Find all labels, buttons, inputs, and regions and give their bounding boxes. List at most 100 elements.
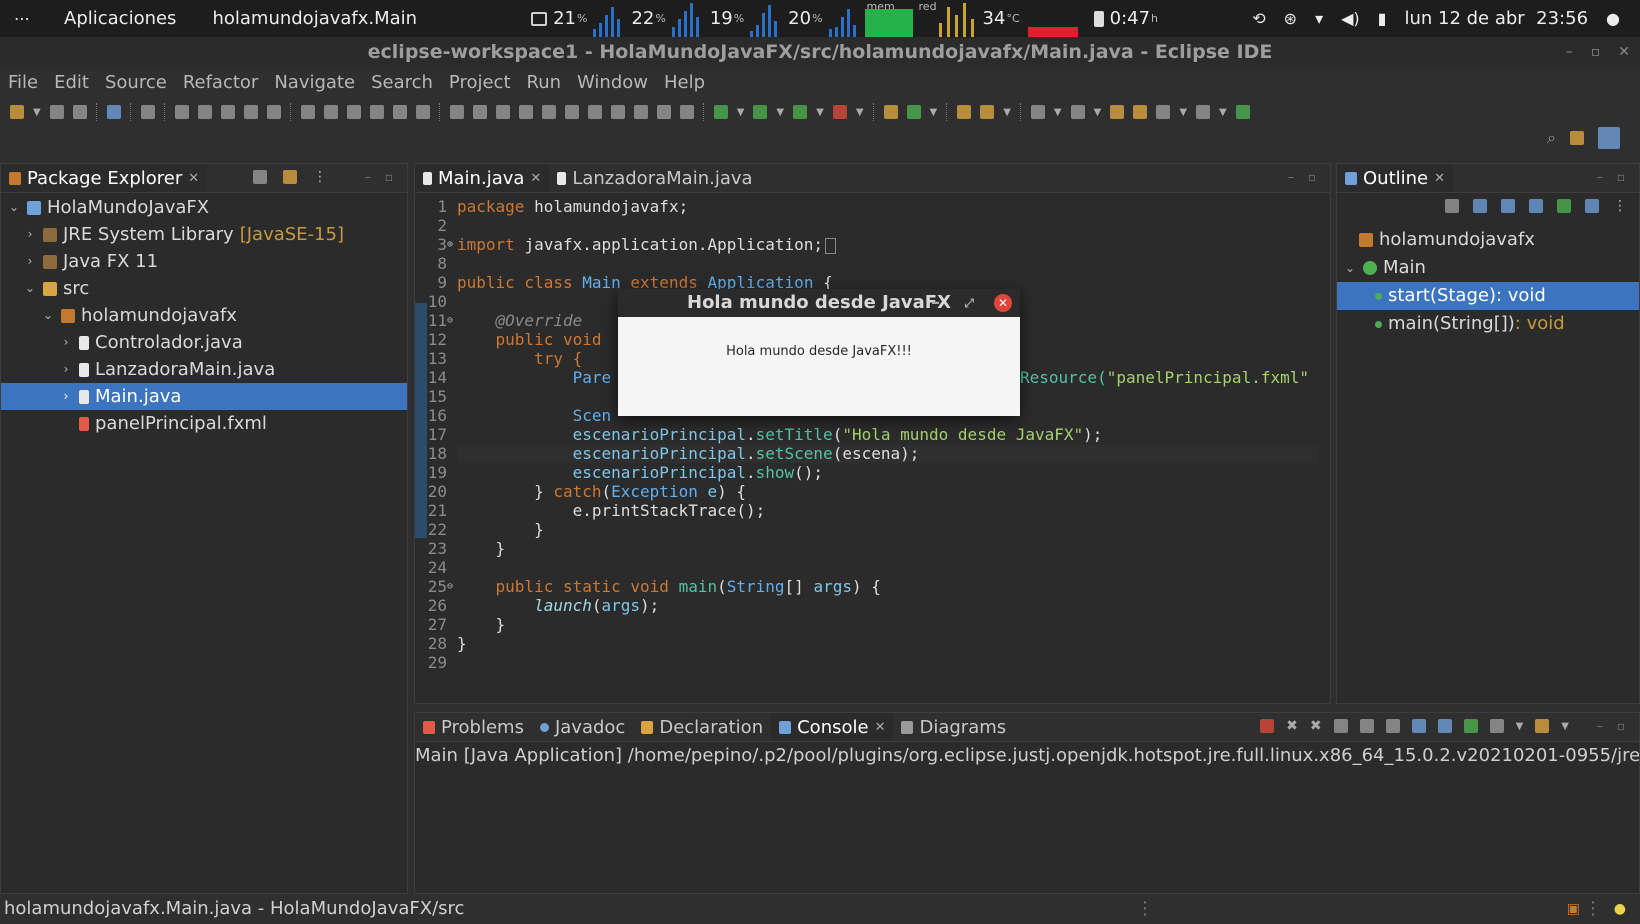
debug-step-icon[interactable] <box>415 105 430 119</box>
minimize-view-icon[interactable]: – <box>1597 170 1603 184</box>
save-all-icon[interactable] <box>72 105 87 119</box>
menu-run[interactable]: Run <box>519 72 570 93</box>
expand-icon[interactable]: ⌄ <box>23 275 37 302</box>
menu-navigate[interactable]: Navigate <box>266 72 363 93</box>
close-tab-icon[interactable]: ✕ <box>188 171 199 186</box>
battery-tray-icon[interactable]: ▮ <box>1378 9 1387 28</box>
code-area[interactable]: 1 package holamundojavafx; 2 3 ⊕ import jav… <box>415 192 1330 703</box>
dropdown-icon[interactable]: ▼ <box>930 107 938 118</box>
cpu-meter-4[interactable]: 20% <box>788 0 860 37</box>
tree-item-file[interactable]: › Controlador.java <box>1 329 407 356</box>
new-java-project-icon[interactable] <box>883 105 898 119</box>
collapse-icon[interactable]: › <box>23 248 37 275</box>
maximize-view-icon[interactable]: ▫ <box>1308 170 1316 184</box>
dropdown-icon[interactable]: ▼ <box>1179 107 1187 118</box>
tree-item-src[interactable]: ⌄ src <box>1 275 407 302</box>
forward-edit-icon[interactable] <box>1133 105 1148 119</box>
word-wrap-icon[interactable] <box>243 105 258 119</box>
debug-step-icon[interactable] <box>392 105 407 119</box>
debug-step-icon[interactable] <box>346 105 361 119</box>
expand-icon[interactable]: ⌄ <box>41 302 55 329</box>
focused-app-name[interactable]: holamundojavafx.Main <box>194 8 435 29</box>
applications-menu[interactable]: Aplicaciones <box>46 8 194 29</box>
back-icon[interactable] <box>1156 105 1171 119</box>
outline-item-class[interactable]: ⌄ Main <box>1337 254 1639 282</box>
activities-button[interactable]: ⋯ <box>0 9 46 28</box>
maximize-icon[interactable]: ⤢ <box>964 289 974 317</box>
coverage-icon[interactable] <box>793 105 808 119</box>
update-icon[interactable]: ⟲ <box>1252 9 1265 28</box>
word-wrap-icon[interactable] <box>1385 719 1400 733</box>
open-type-icon[interactable] <box>957 105 972 119</box>
dropdown-icon[interactable]: ▼ <box>856 107 864 118</box>
dropdown-icon[interactable]: ▼ <box>1516 721 1524 732</box>
search-tool-icon[interactable] <box>980 105 995 119</box>
menu-edit[interactable]: Edit <box>46 72 97 93</box>
sort-icon[interactable] <box>1473 199 1487 213</box>
tree-item-file[interactable]: › LanzadoraMain.java <box>1 356 407 383</box>
toggle-mark-icon[interactable] <box>174 105 189 119</box>
tab-package-explorer[interactable]: Package Explorer ✕ <box>1 164 208 192</box>
tab-lanzadora-java[interactable]: LanzadoraMain.java <box>549 164 760 192</box>
collapse-icon[interactable]: › <box>23 221 37 248</box>
last-edit-icon[interactable] <box>1110 105 1125 119</box>
view-menu-icon[interactable]: ⋮ <box>313 170 327 184</box>
console-output[interactable]: Main [Java Application] /home/pepino/.p2… <box>415 745 1639 766</box>
tree-item-javafx[interactable]: › Java FX 11 <box>1 248 407 275</box>
close-icon[interactable]: ✕ <box>994 294 1012 312</box>
dialog-titlebar[interactable]: Hola mundo desde JavaFX – ⤢ ✕ <box>618 289 1020 317</box>
maximize-view-icon[interactable]: ▫ <box>1617 170 1625 184</box>
scroll-lock-icon[interactable] <box>1359 719 1374 733</box>
run-icon[interactable] <box>753 105 768 119</box>
shape-icon[interactable] <box>495 105 510 119</box>
tab-problems[interactable]: Problems <box>415 713 532 741</box>
maximize-view-icon[interactable]: ▫ <box>1617 719 1625 733</box>
tab-outline[interactable]: Outline ✕ <box>1337 164 1454 192</box>
hide-local-types-icon[interactable] <box>1585 199 1599 213</box>
accessibility-icon[interactable]: ⊛ <box>1284 9 1297 28</box>
menu-file[interactable]: File <box>0 72 46 93</box>
tree-item-file-selected[interactable]: › Main.java <box>1 383 407 410</box>
close-tab-icon[interactable]: ✕ <box>530 171 541 186</box>
collapse-icon[interactable]: › <box>59 356 73 383</box>
close-tab-icon[interactable]: ✕ <box>1434 171 1445 186</box>
minimize-view-icon[interactable]: – <box>1288 170 1294 184</box>
expand-icon[interactable]: ⌄ <box>7 194 21 221</box>
maximize-view-icon[interactable]: ▫ <box>385 170 393 184</box>
hide-nonpublic-icon[interactable] <box>1557 199 1571 213</box>
shape-icon[interactable] <box>472 105 487 119</box>
block-select-icon[interactable] <box>220 105 235 119</box>
clear-console-icon[interactable] <box>1333 719 1348 733</box>
dropdown-icon[interactable]: ▼ <box>1094 107 1102 118</box>
tree-item-package[interactable]: ⌄ holamundojavafx <box>1 302 407 329</box>
dropdown-icon[interactable]: ▼ <box>1003 107 1011 118</box>
fold-icon[interactable]: ⊖ <box>447 578 453 596</box>
shape-icon[interactable] <box>449 105 464 119</box>
cpu-meter-1[interactable]: 21% <box>531 0 625 37</box>
open-console-icon[interactable] <box>1535 719 1550 733</box>
menu-source[interactable]: Source <box>97 72 175 93</box>
menu-refactor[interactable]: Refactor <box>175 72 267 93</box>
cpu-meter-3[interactable]: 19% <box>710 0 782 37</box>
expand-icon[interactable]: ⌄ <box>1343 254 1357 282</box>
outline-item-method-selected[interactable]: start(Stage) : void <box>1337 282 1639 310</box>
network-meter[interactable]: red <box>917 0 977 37</box>
link-editor-icon[interactable] <box>283 170 297 184</box>
javafx-dialog-window[interactable]: Hola mundo desde JavaFX – ⤢ ✕ Hola mundo… <box>618 289 1020 416</box>
close-window-icon[interactable]: ✕ <box>1618 44 1630 60</box>
tree-item-jre[interactable]: › JRE System Library [JavaSE-15] <box>1 221 407 248</box>
debug-step-icon[interactable] <box>300 105 315 119</box>
minimize-icon[interactable]: – <box>931 289 940 317</box>
wifi-icon[interactable]: ▾ <box>1315 9 1323 28</box>
dropdown-icon[interactable]: ▼ <box>33 107 41 118</box>
battery-meter[interactable]: 0:47 h <box>1093 0 1158 37</box>
progress-icon[interactable]: ▣ <box>1567 894 1580 924</box>
pin-console-icon[interactable] <box>1463 719 1478 733</box>
java-perspective-icon[interactable] <box>1598 127 1620 149</box>
menu-window[interactable]: Window <box>569 72 656 93</box>
tree-item-file[interactable]: panelPrincipal.fxml <box>1 410 407 437</box>
open-perspective-icon[interactable] <box>1570 131 1584 145</box>
debug-step-icon[interactable] <box>323 105 338 119</box>
dropdown-icon[interactable]: ▼ <box>1561 721 1569 732</box>
terminal-icon[interactable] <box>106 105 121 119</box>
